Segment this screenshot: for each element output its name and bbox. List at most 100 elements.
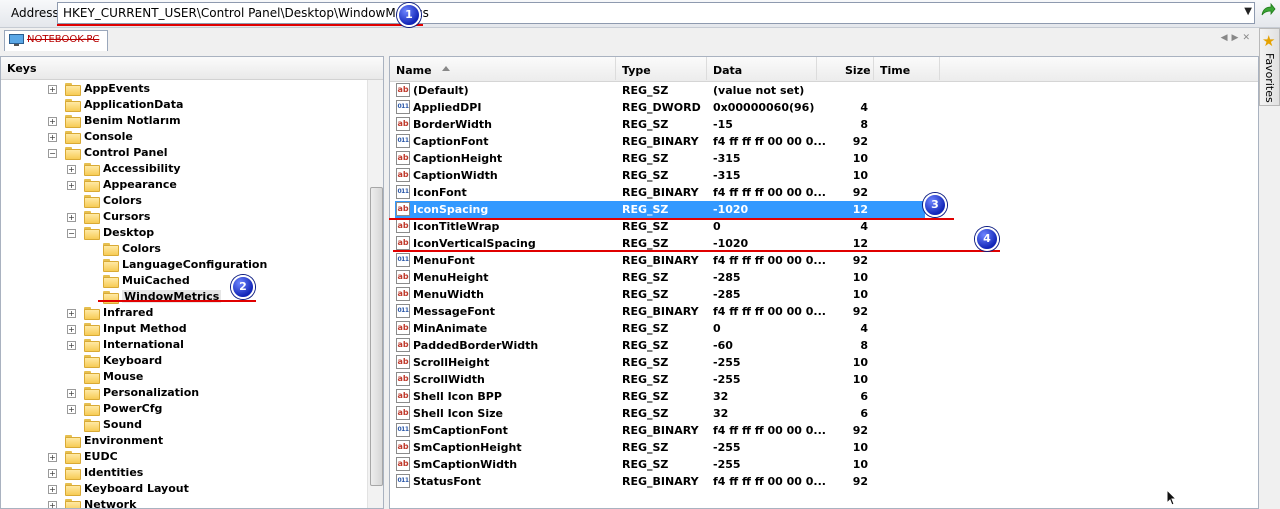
- tab-scroll-controls[interactable]: ◀▶✕: [1221, 33, 1254, 43]
- expand-icon[interactable]: +: [48, 469, 57, 478]
- expand-icon[interactable]: +: [67, 165, 76, 174]
- value-row[interactable]: 011 MessageFont REG_BINARY f4 ff ff ff 00 0…: [390, 303, 1258, 320]
- tab-connection[interactable]: NOTEBOOK-PC: [4, 30, 108, 51]
- keys-scrollbar-thumb[interactable]: [370, 187, 383, 486]
- tree-item-label: Accessibility: [103, 162, 181, 175]
- folder-icon: [84, 355, 100, 368]
- expand-icon[interactable]: +: [48, 133, 57, 142]
- expand-icon[interactable]: +: [48, 485, 57, 494]
- binary-value-icon: 011: [396, 304, 410, 318]
- tree-item[interactable]: Keyboard: [1, 353, 367, 369]
- value-row[interactable]: ab ScrollWidth REG_SZ -255 10: [390, 371, 1258, 388]
- expand-icon[interactable]: +: [67, 181, 76, 190]
- value-row[interactable]: 011 SmCaptionFont REG_BINARY f4 ff ff ff 00…: [390, 422, 1258, 439]
- string-value-icon: ab: [396, 151, 410, 165]
- tree-item[interactable]: Colors: [1, 241, 367, 257]
- tree-item[interactable]: + Keyboard Layout: [1, 481, 367, 497]
- expand-icon[interactable]: +: [67, 405, 76, 414]
- value-row[interactable]: ab Shell Icon Size REG_SZ 32 6: [390, 405, 1258, 422]
- tree-item[interactable]: + International: [1, 337, 367, 353]
- value-row[interactable]: ab CaptionHeight REG_SZ -315 10: [390, 150, 1258, 167]
- value-row[interactable]: ab MenuHeight REG_SZ -285 10: [390, 269, 1258, 286]
- value-row[interactable]: ab CaptionWidth REG_SZ -315 10: [390, 167, 1258, 184]
- expand-icon[interactable]: +: [48, 453, 57, 462]
- tree-item[interactable]: + AppEvents: [1, 81, 367, 97]
- tree-item[interactable]: + Identities: [1, 465, 367, 481]
- expand-icon[interactable]: +: [67, 325, 76, 334]
- tree-item[interactable]: WindowMetrics: [1, 289, 367, 305]
- tree-item[interactable]: − Control Panel: [1, 145, 367, 161]
- expand-icon[interactable]: +: [48, 501, 57, 508]
- value-row[interactable]: ab MinAnimate REG_SZ 0 4: [390, 320, 1258, 337]
- tree-item[interactable]: + Accessibility: [1, 161, 367, 177]
- column-data[interactable]: Data: [707, 57, 817, 80]
- tree-item[interactable]: + Appearance: [1, 177, 367, 193]
- tree-item-label: ApplicationData: [84, 98, 184, 111]
- keys-scrollbar[interactable]: [367, 80, 383, 508]
- tree-item[interactable]: ApplicationData: [1, 97, 367, 113]
- value-row[interactable]: ab Shell Icon BPP REG_SZ 32 6: [390, 388, 1258, 405]
- string-value-icon: ab: [396, 457, 410, 471]
- value-row[interactable]: ab MenuWidth REG_SZ -285 10: [390, 286, 1258, 303]
- tree-item[interactable]: + Input Method: [1, 321, 367, 337]
- string-value-icon: ab: [396, 440, 410, 454]
- expand-icon[interactable]: +: [67, 341, 76, 350]
- tree-item[interactable]: + Network: [1, 497, 367, 508]
- value-row[interactable]: 011 AppliedDPI REG_DWORD 0x00000060(96) 4: [390, 99, 1258, 116]
- value-row[interactable]: ab PaddedBorderWidth REG_SZ -60 8: [390, 337, 1258, 354]
- column-time[interactable]: Time: [874, 57, 940, 80]
- tab-strip: NOTEBOOK-PC ◀▶✕: [0, 28, 1258, 53]
- tree-item[interactable]: + Cursors: [1, 209, 367, 225]
- tree-item[interactable]: Colors: [1, 193, 367, 209]
- column-size[interactable]: Size: [817, 57, 874, 80]
- go-arrow-icon[interactable]: [1260, 3, 1276, 19]
- tree-item[interactable]: + Personalization: [1, 385, 367, 401]
- value-row[interactable]: ab ScrollHeight REG_SZ -255 10: [390, 354, 1258, 371]
- tree-item[interactable]: MuiCached: [1, 273, 367, 289]
- value-row[interactable]: ab (Default) REG_SZ (value not set): [390, 82, 1258, 99]
- tree-item[interactable]: + PowerCfg: [1, 401, 367, 417]
- expand-icon[interactable]: +: [67, 213, 76, 222]
- address-value: HKEY_CURRENT_USER\Control Panel\Desktop\…: [63, 6, 429, 20]
- value-size: 4: [860, 220, 868, 233]
- tree-item[interactable]: + Infrared: [1, 305, 367, 321]
- value-type: REG_SZ: [622, 237, 669, 250]
- value-type: REG_SZ: [622, 339, 669, 352]
- value-data: f4 ff ff ff 00 00 0...: [713, 424, 826, 437]
- annotation-marker-4: 4: [975, 227, 999, 251]
- value-row[interactable]: 011 MenuFont REG_BINARY f4 ff ff ff 00 00 0…: [390, 252, 1258, 269]
- chevron-down-icon[interactable]: ▼: [1244, 6, 1252, 17]
- collapse-icon[interactable]: −: [48, 149, 57, 158]
- expand-icon[interactable]: +: [67, 389, 76, 398]
- value-size: 92: [852, 186, 868, 199]
- value-type: REG_BINARY: [622, 424, 699, 437]
- value-row[interactable]: ab IconTitleWrap REG_SZ 0 4: [390, 218, 1258, 235]
- tree-item[interactable]: − Desktop: [1, 225, 367, 241]
- tree-item[interactable]: LanguageConfiguration: [1, 257, 367, 273]
- value-row[interactable]: 011 IconFont REG_BINARY f4 ff ff ff 00 00 0…: [390, 184, 1258, 201]
- value-row[interactable]: ab IconSpacing REG_SZ -1020 12: [395, 201, 925, 218]
- collapse-icon[interactable]: −: [67, 229, 76, 238]
- value-row[interactable]: 011 StatusFont REG_BINARY f4 ff ff ff 00 00…: [390, 473, 1258, 490]
- folder-icon: [103, 275, 119, 288]
- string-value-icon: ab: [396, 372, 410, 386]
- tree-item[interactable]: + EUDC: [1, 449, 367, 465]
- value-row[interactable]: ab BorderWidth REG_SZ -15 8: [390, 116, 1258, 133]
- tree-item[interactable]: Sound: [1, 417, 367, 433]
- column-name[interactable]: Name: [390, 57, 616, 80]
- value-size: 92: [852, 254, 868, 267]
- tree-item-label: Identities: [84, 466, 144, 479]
- tree-item[interactable]: + Benim Notlarım: [1, 113, 367, 129]
- expand-icon[interactable]: +: [48, 117, 57, 126]
- address-input[interactable]: HKEY_CURRENT_USER\Control Panel\Desktop\…: [57, 2, 1255, 24]
- expand-icon[interactable]: +: [48, 85, 57, 94]
- tree-item[interactable]: Mouse: [1, 369, 367, 385]
- column-type[interactable]: Type: [616, 57, 707, 80]
- value-row[interactable]: 011 CaptionFont REG_BINARY f4 ff ff ff 00 0…: [390, 133, 1258, 150]
- expand-icon[interactable]: +: [67, 309, 76, 318]
- value-row[interactable]: ab SmCaptionWidth REG_SZ -255 10: [390, 456, 1258, 473]
- tree-item[interactable]: Environment: [1, 433, 367, 449]
- favorites-panel-tab[interactable]: ★ Favorites: [1259, 28, 1280, 106]
- value-row[interactable]: ab SmCaptionHeight REG_SZ -255 10: [390, 439, 1258, 456]
- tree-item[interactable]: + Console: [1, 129, 367, 145]
